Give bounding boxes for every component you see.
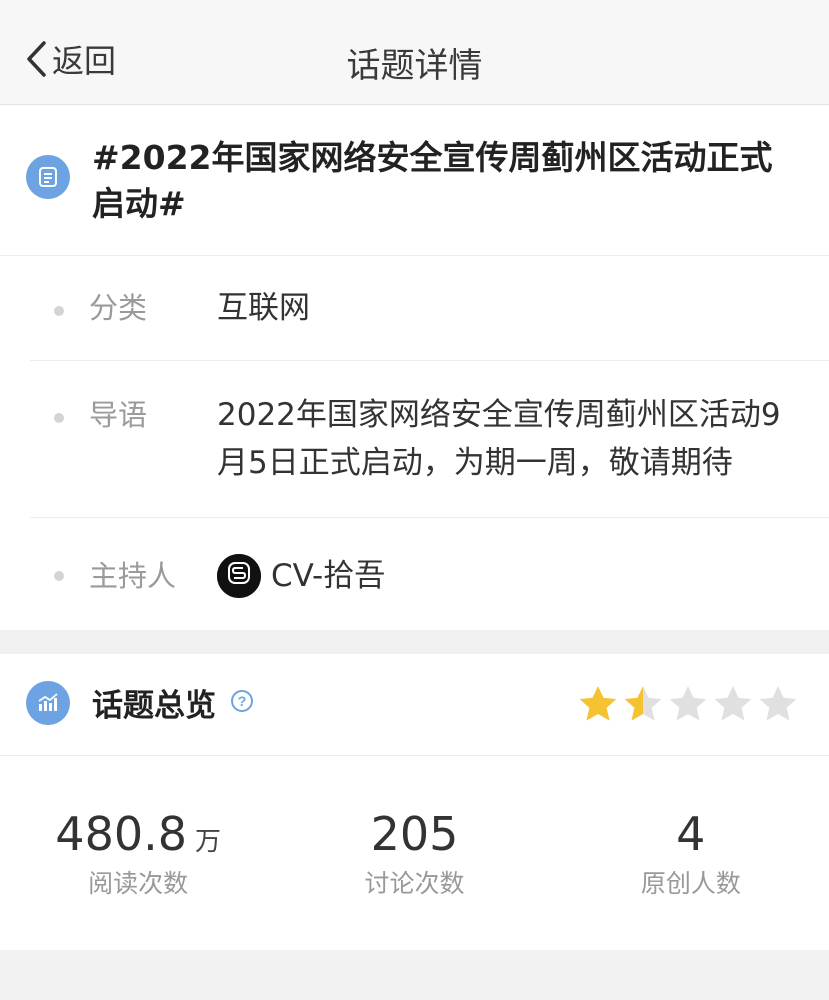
bullet-dot: [54, 571, 64, 581]
host-name[interactable]: CV-拾吾: [271, 552, 385, 600]
bullet-dot: [54, 413, 64, 423]
rating-stars: [577, 683, 799, 723]
stat-label: 原创人数: [640, 869, 741, 898]
bullet-dot: [54, 306, 64, 316]
stat-label: 讨论次数: [364, 869, 465, 898]
help-icon[interactable]: ?: [230, 689, 254, 717]
stat-unit: 万: [195, 827, 222, 857]
host-row: 主持人 CV-拾吾: [30, 518, 829, 630]
stat-value: 205: [370, 807, 459, 861]
host-link[interactable]: CV-拾吾: [217, 552, 829, 600]
overview-card: 话题总览 ? 480.8 万 阅读次数 205 讨论次数 4 原创人数: [0, 654, 829, 950]
overview-title: 话题总览: [92, 688, 216, 724]
stat-value: 4: [676, 807, 706, 861]
category-row: 分类 互联网: [30, 256, 829, 361]
stats-row: 480.8 万 阅读次数 205 讨论次数 4 原创人数: [0, 756, 829, 950]
topic-header: #2022年国家网络安全宣传周蓟州区活动正式启动#: [0, 105, 829, 256]
stat-read-count: 480.8 万 阅读次数: [0, 808, 276, 900]
intro-value: 2022年国家网络安全宣传周蓟州区活动9月5日正式启动，为期一周，敬请期待: [217, 397, 781, 481]
star-icon: [669, 685, 707, 721]
intro-row: 导语 2022年国家网络安全宣传周蓟州区活动9月5日正式启动，为期一周，敬请期待: [30, 361, 829, 518]
topic-card: #2022年国家网络安全宣传周蓟州区活动正式启动# 分类 互联网 导语 2022…: [0, 105, 829, 630]
stat-value: 480.8: [55, 807, 187, 861]
avatar[interactable]: [217, 554, 261, 598]
list-icon: [26, 155, 70, 199]
star-icon: [624, 685, 662, 721]
category-value[interactable]: 互联网: [217, 284, 829, 332]
stat-original-author-count: 4 原创人数: [553, 808, 829, 900]
stat-discussion-count: 205 讨论次数: [276, 808, 552, 900]
overview-header: 话题总览 ?: [0, 654, 829, 756]
topic-title: #2022年国家网络安全宣传周蓟州区活动正式启动#: [92, 138, 773, 223]
top-nav-bar: 返回 话题详情: [0, 0, 829, 105]
category-label: 分类: [89, 291, 148, 325]
section-divider: [0, 630, 829, 654]
bar-chart-icon: [26, 680, 70, 725]
intro-label: 导语: [89, 398, 148, 432]
svg-text:?: ?: [238, 693, 247, 709]
page-title: 话题详情: [346, 46, 483, 86]
star-icon: [759, 685, 797, 721]
stat-label: 阅读次数: [88, 869, 189, 898]
host-label: 主持人: [89, 559, 177, 593]
star-icon: [714, 685, 752, 721]
star-icon: [579, 685, 617, 721]
